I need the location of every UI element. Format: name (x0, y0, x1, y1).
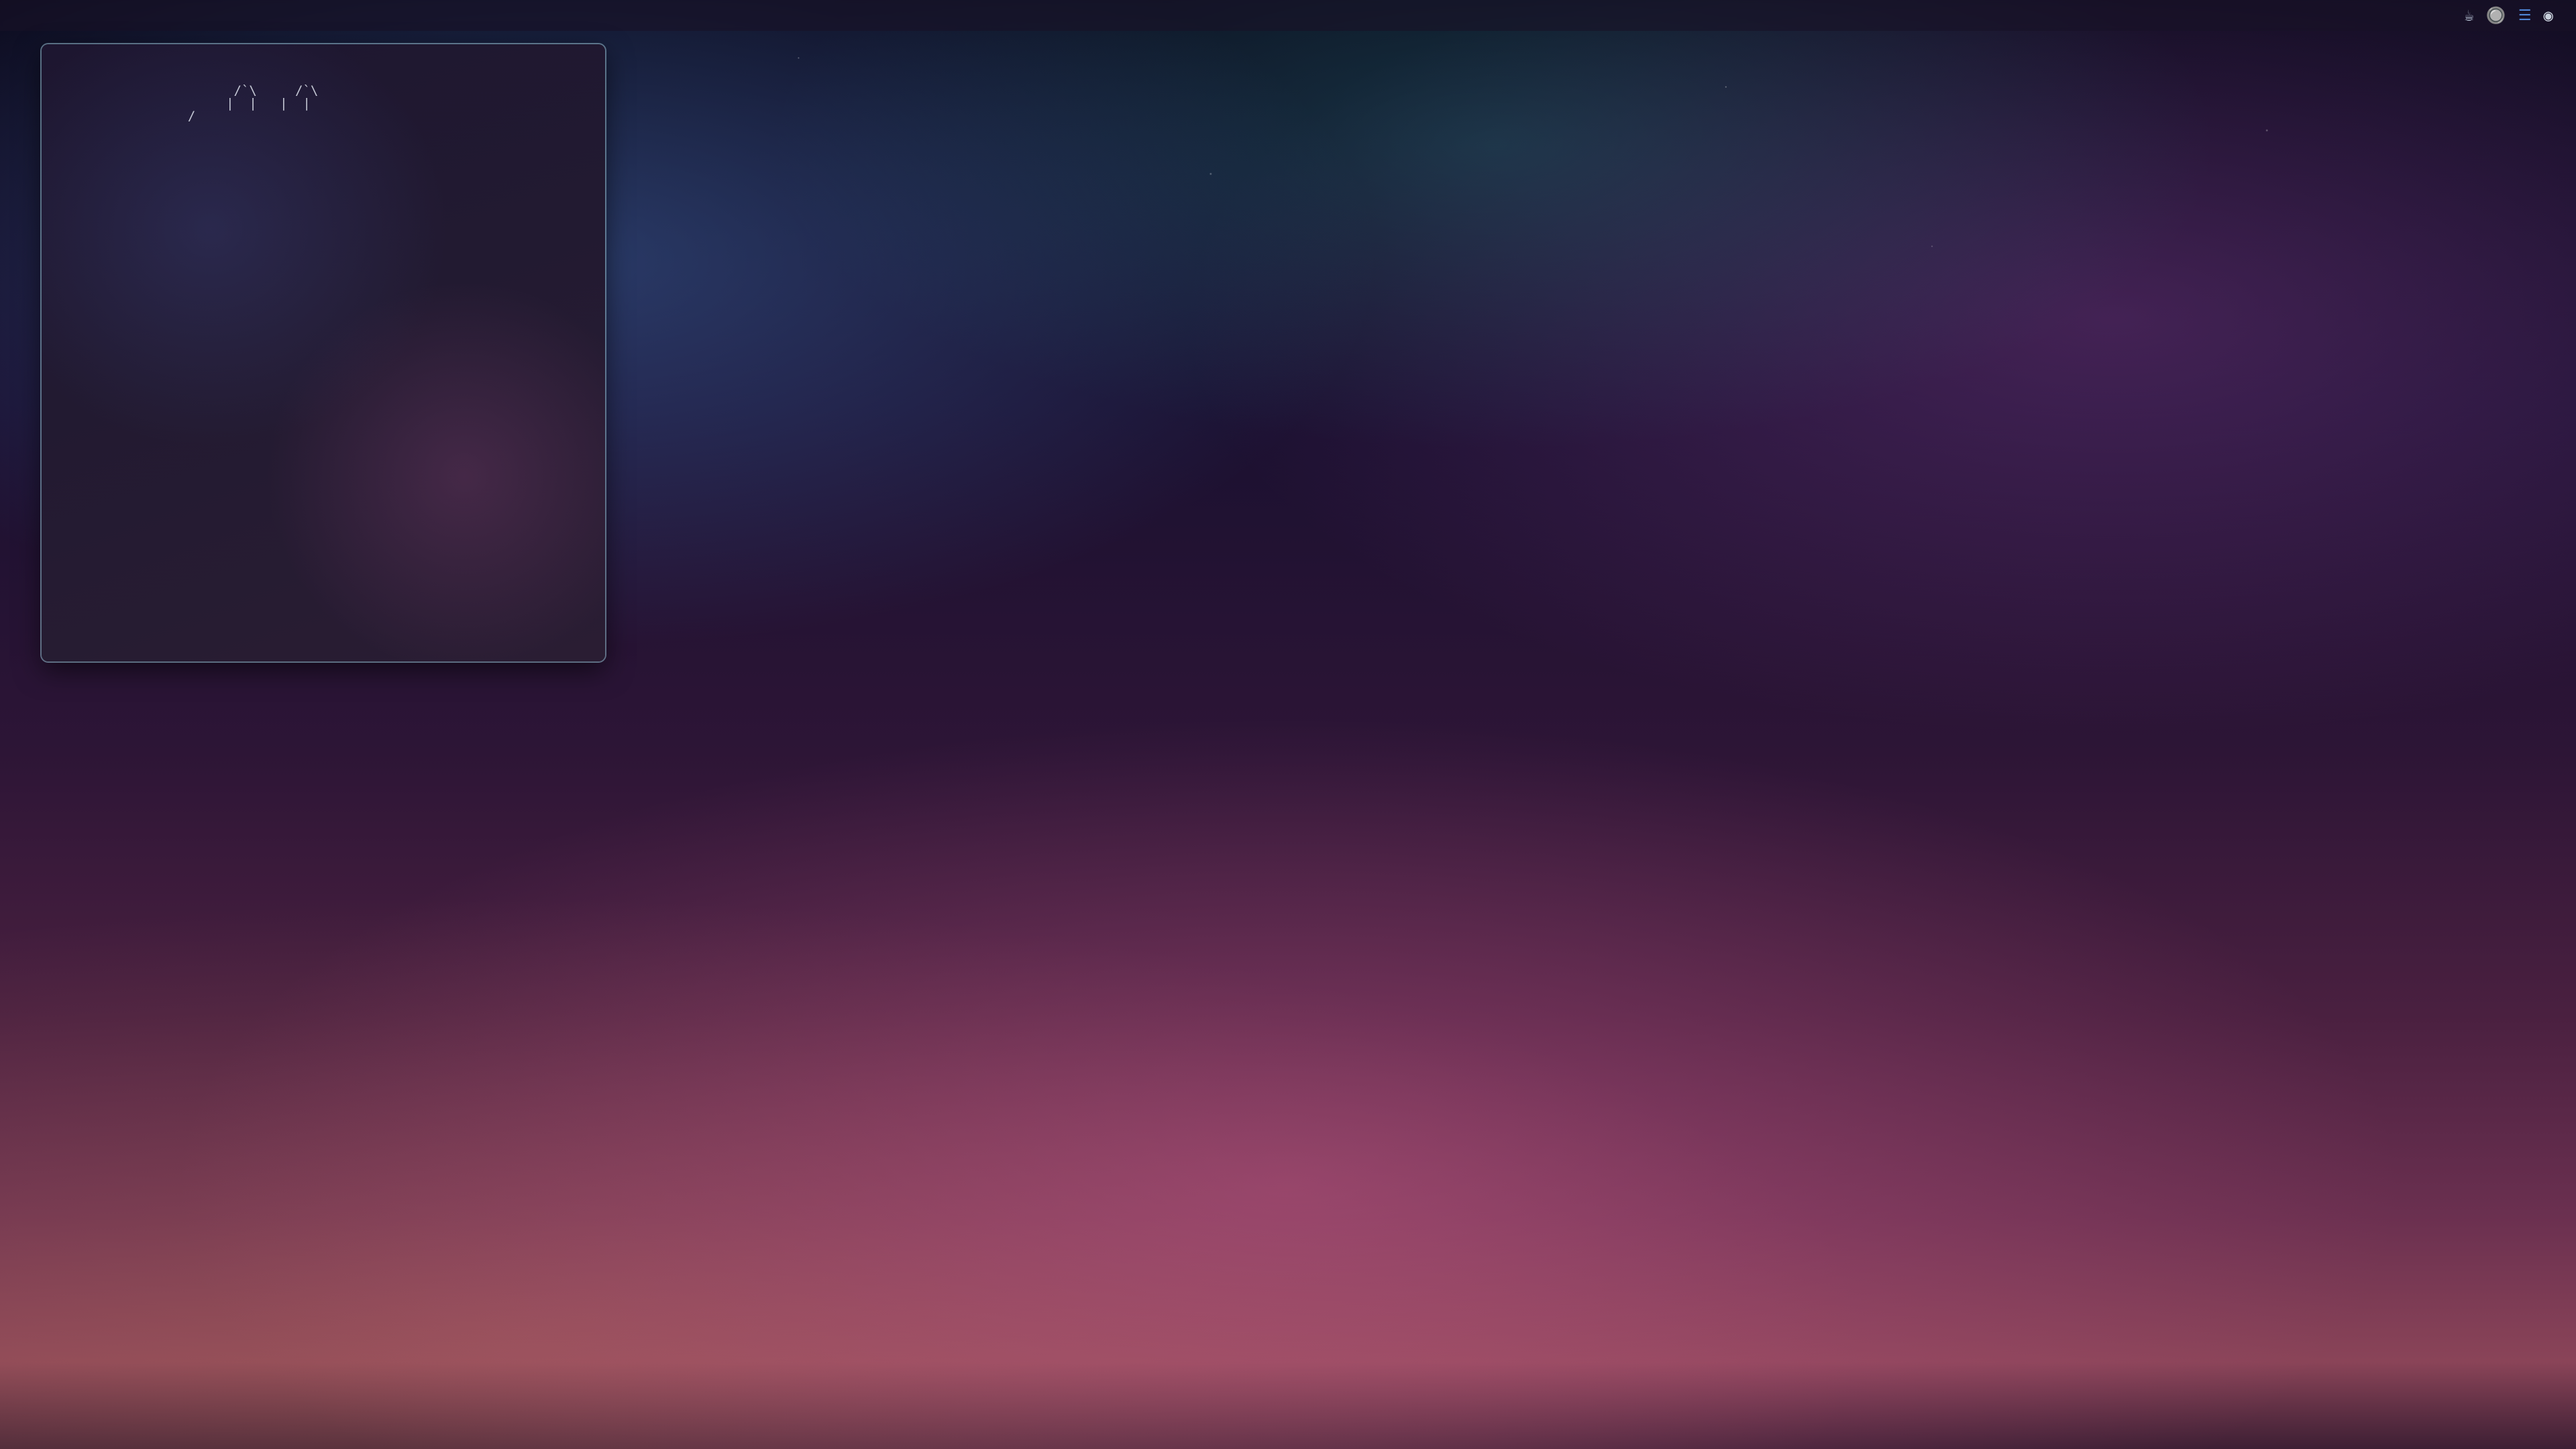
status-bar-monitor-1[interactable]: ☕ 🔘 ☰ ◉ (0, 0, 2576, 31)
bluetooth-icon[interactable]: 🔘 (2486, 6, 2506, 25)
wifi-signal-icon[interactable]: ☰ (2518, 7, 2532, 24)
qutebrowser-page: /`\ /`\ | | | | / (42, 44, 605, 661)
ascii-logo: /`\ /`\ | | | | / (187, 83, 319, 123)
coffee-off-icon[interactable]: ☕ (2464, 6, 2473, 25)
system-tray[interactable]: ☕ 🔘 ☰ ◉ (2464, 6, 2561, 25)
qutebrowser-window[interactable]: /`\ /`\ | | | | / (42, 44, 605, 661)
disc-icon[interactable]: ◉ (2544, 6, 2553, 25)
